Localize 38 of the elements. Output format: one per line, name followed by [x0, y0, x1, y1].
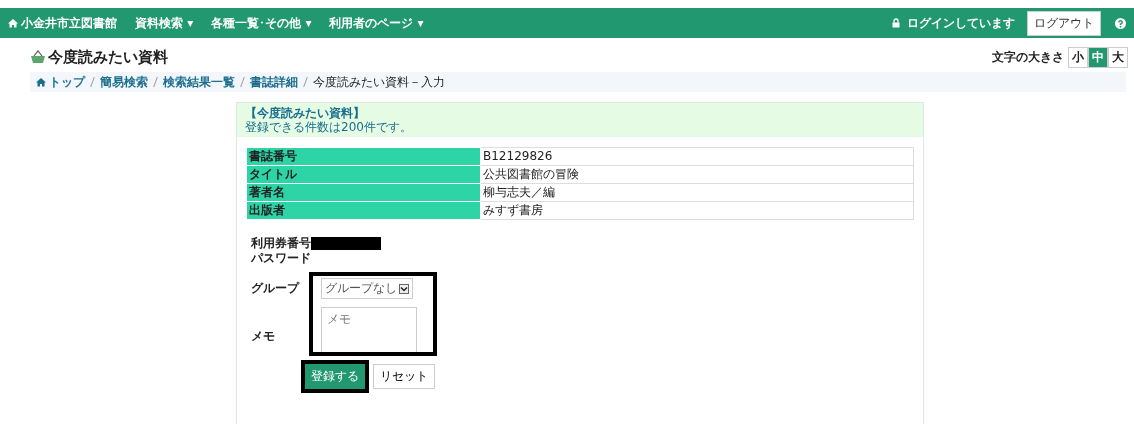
caret-icon	[399, 283, 409, 294]
font-size-label: 文字の大きさ	[992, 48, 1064, 66]
home-icon	[8, 18, 18, 28]
font-size-button[interactable]: 大	[1108, 46, 1128, 68]
group-label: グループ	[251, 280, 299, 297]
memo-label: メモ	[251, 328, 275, 345]
breadcrumb-link[interactable]: 検索結果一覧	[163, 73, 235, 91]
basket-icon	[30, 50, 46, 64]
table-cell: 柳与志夫／編	[480, 183, 914, 202]
logout-button[interactable]: ログアウト	[1027, 10, 1101, 36]
password-label: パスワード	[251, 250, 311, 267]
notice-title: 【今度読みたい資料】	[245, 106, 366, 120]
home-icon	[36, 77, 46, 87]
card-number-label: 利用券番号	[251, 235, 311, 252]
breadcrumb-link[interactable]: 書誌詳細	[250, 73, 298, 91]
breadcrumb-current: 今度読みたい資料－入力	[313, 73, 445, 91]
breadcrumb-link[interactable]: トップ	[49, 73, 85, 91]
table-cell: みすず書房	[480, 201, 914, 220]
submit-button[interactable]: 登録する	[305, 364, 365, 389]
notice-text: 登録できる件数は200件です。	[245, 120, 413, 134]
font-size-button[interactable]: 小	[1068, 46, 1088, 68]
lock-icon	[891, 18, 901, 28]
login-status: ログインしています	[907, 14, 1015, 32]
home-link[interactable]: 小金井市立図書館	[8, 14, 117, 32]
breadcrumb-link[interactable]: 簡易検索	[100, 73, 148, 91]
redaction-bar	[311, 237, 381, 250]
reset-button[interactable]: リセット	[373, 364, 435, 389]
table-cell: 公共図書館の冒険	[480, 165, 914, 184]
nav-menu[interactable]: 各種一覧･その他 ▾	[211, 14, 312, 32]
help-icon[interactable]	[1115, 17, 1126, 29]
page-title: 今度読みたい資料	[48, 47, 168, 67]
memo-field[interactable]: メモ	[321, 307, 417, 352]
table-cell: B12129826	[480, 147, 914, 166]
nav-menu[interactable]: 利用者のページ ▾	[329, 14, 424, 32]
nav-menu[interactable]: 資料検索 ▾	[135, 14, 194, 32]
group-select[interactable]: グループなし	[321, 278, 413, 299]
font-size-button[interactable]: 中	[1088, 46, 1108, 68]
table-header-cell: 書誌番号	[246, 147, 481, 166]
